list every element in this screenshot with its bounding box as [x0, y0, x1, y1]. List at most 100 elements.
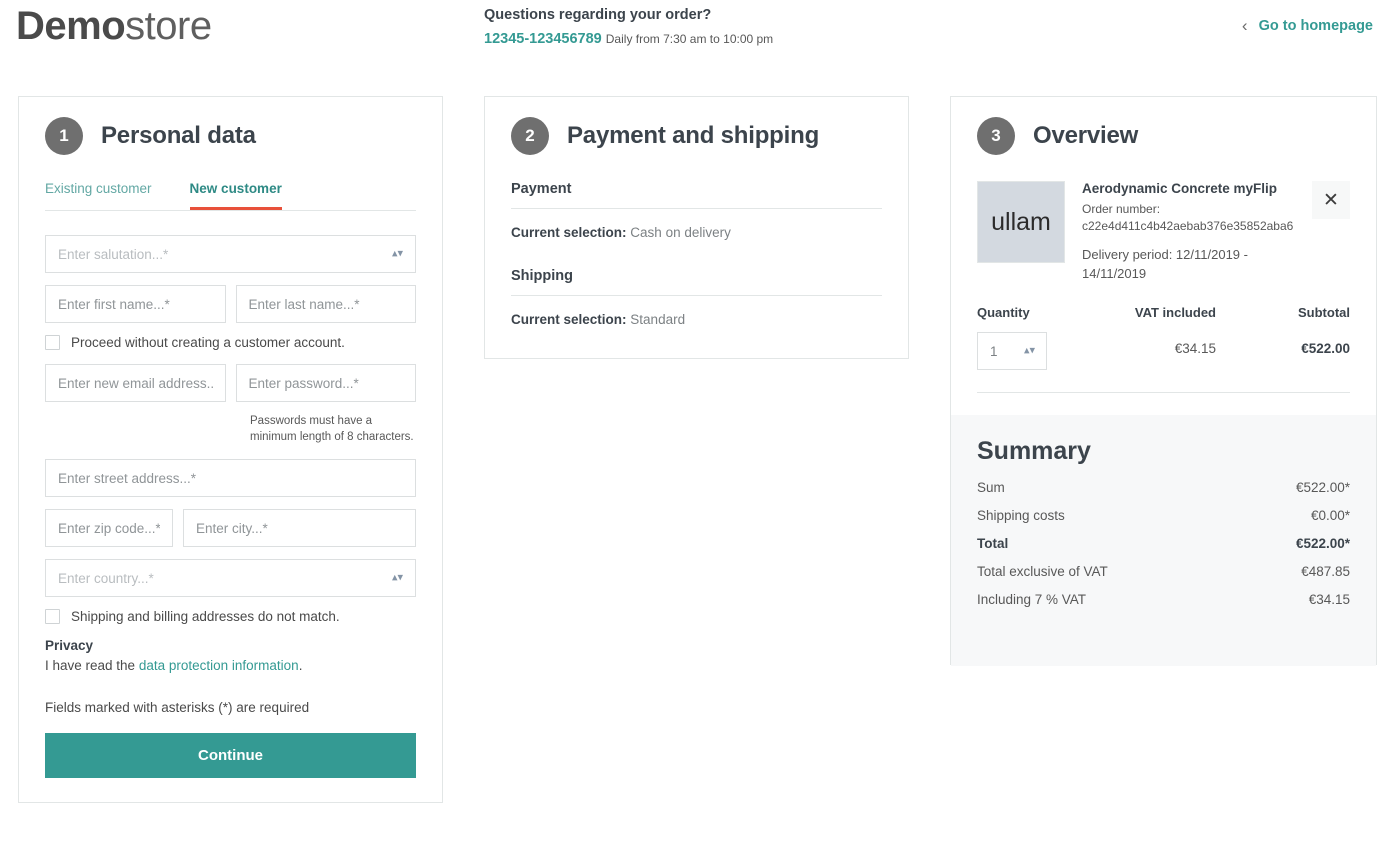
shipping-current-selection: Current selection: Standard [511, 312, 882, 327]
summary-row-total: Total €522.00* [977, 536, 1350, 551]
credentials-row [45, 364, 416, 402]
shipping-section-title: Shipping [511, 268, 574, 284]
quantity-value: 1 [990, 343, 998, 359]
shipping-selection-value: Standard [630, 312, 686, 327]
quantity-column-header: Quantity [977, 305, 1030, 321]
name-row [45, 285, 416, 323]
salutation-select-wrap[interactable]: Enter salutation...* ▴▾ [45, 235, 416, 273]
payment-selection-value: Cash on delivery [630, 225, 731, 240]
no-account-row: Proceed without creating a customer acco… [45, 335, 416, 350]
salutation-row: Enter salutation...* ▴▾ [45, 235, 416, 273]
contact-question: Questions regarding your order? [484, 7, 712, 23]
hint-spacer [45, 414, 250, 445]
subtotal-value: €522.00 [1301, 341, 1350, 357]
site-logo[interactable]: Demostore [16, 4, 212, 49]
customer-type-tabs: Existing customer New customer [45, 181, 416, 211]
privacy-title: Privacy [45, 638, 94, 654]
close-icon: ✕ [1323, 189, 1339, 211]
email-input[interactable] [45, 364, 226, 402]
summary-row: Including 7 % VAT €34.15 [977, 592, 1350, 607]
address-mismatch-row: Shipping and billing addresses do not ma… [45, 609, 416, 625]
logo-secondary-text: store [125, 4, 212, 48]
quantity-price-table: Quantity VAT included Subtotal 1 ▴▾ €34.… [977, 305, 1350, 394]
privacy-statement: I have read the data protection informat… [45, 658, 416, 673]
product-name[interactable]: Aerodynamic Concrete myFlip [1082, 181, 1295, 196]
overview-panel: 3 Overview ullam Aerodynamic Concrete my… [950, 96, 1377, 667]
payment-shipping-title: Payment and shipping [567, 122, 820, 149]
chevron-left-icon: ‹ [1241, 16, 1248, 35]
summary-row: Sum €522.00* [977, 480, 1350, 495]
country-select-wrap[interactable]: Enter country...* ▴▾ [45, 559, 416, 598]
summary-value: €522.00* [1295, 536, 1350, 552]
cart-line-item: ullam Aerodynamic Concrete myFlip Order … [977, 181, 1350, 283]
product-thumbnail[interactable]: ullam [977, 181, 1065, 263]
delivery-period: Delivery period: 12/11/2019 - 14/11/2019 [1082, 246, 1248, 281]
summary-title: Summary [977, 437, 1091, 466]
salutation-select[interactable]: Enter salutation...* [45, 235, 416, 273]
remove-item-button[interactable]: ✕ [1312, 181, 1350, 219]
password-input[interactable] [235, 364, 416, 402]
summary-label: Including 7 % VAT [977, 592, 1087, 608]
logo-primary-text: Demo [16, 4, 126, 48]
order-number-value: c22e4d411c4b42aebab376e35852aba6 [1082, 219, 1294, 234]
go-to-homepage-link[interactable]: ‹ Go to homepage [1242, 17, 1373, 34]
payment-current-selection: Current selection: Cash on delivery [511, 225, 882, 240]
contact-phone-number[interactable]: 12345-123456789 [484, 31, 602, 47]
continue-button[interactable]: Continue [45, 733, 416, 779]
quantity-price-header-row: Quantity VAT included Subtotal [977, 305, 1350, 320]
first-name-input[interactable] [45, 285, 226, 323]
summary-label: Total [977, 536, 1009, 552]
street-address-input[interactable] [45, 459, 416, 498]
last-name-input[interactable] [235, 285, 416, 323]
summary-value: €34.15 [1308, 592, 1350, 608]
payment-divider [511, 208, 882, 209]
step-number-1: 1 [45, 117, 83, 155]
step-number-2: 2 [511, 117, 549, 155]
go-to-homepage-label: Go to homepage [1258, 17, 1373, 34]
address-mismatch-label: Shipping and billing addresses do not ma… [71, 609, 340, 625]
contact-hours: Daily from 7:30 am to 10:00 pm [605, 31, 774, 46]
shipping-selection-label: Current selection: [511, 312, 627, 327]
vat-included-value: €34.15 [1174, 341, 1216, 357]
quantity-stepper[interactable]: 1 ▴▾ [977, 332, 1047, 371]
privacy-prefix: I have read the [45, 658, 139, 674]
step-number-3: 3 [977, 117, 1015, 155]
zip-city-row [45, 509, 416, 548]
summary-value: €522.00* [1295, 480, 1350, 496]
summary-label: Shipping costs [977, 508, 1065, 524]
payment-section-title: Payment [511, 181, 572, 197]
address-mismatch-checkbox[interactable] [45, 609, 60, 625]
subtotal-column-header: Subtotal [1298, 305, 1350, 321]
privacy-suffix: . [298, 658, 303, 674]
payment-shipping-panel: 2 Payment and shipping Payment Current s… [484, 96, 909, 359]
quantity-table-divider [977, 392, 1350, 394]
country-select[interactable]: Enter country...* [45, 559, 416, 598]
required-fields-note: Fields marked with asterisks (*) are req… [45, 700, 310, 716]
summary-value: €487.85 [1301, 564, 1350, 580]
city-input[interactable] [183, 509, 416, 548]
tab-new-customer[interactable]: New customer [189, 181, 282, 210]
country-row: Enter country...* ▴▾ [45, 559, 416, 598]
quantity-price-value-row: 1 ▴▾ €34.15 €522.00 [977, 332, 1350, 371]
product-details: Aerodynamic Concrete myFlip Order number… [1082, 181, 1295, 283]
summary-label: Total exclusive of VAT [977, 564, 1108, 580]
no-account-checkbox[interactable] [45, 335, 60, 350]
order-number-label: Order number: [1082, 202, 1161, 216]
payment-selection-label: Current selection: [511, 225, 627, 240]
order-summary: Summary Sum €522.00* Shipping costs €0.0… [951, 415, 1376, 667]
zip-code-input[interactable] [45, 509, 173, 548]
page-header: Demostore Questions regarding your order… [0, 0, 1389, 96]
summary-row: Shipping costs €0.00* [977, 508, 1350, 523]
password-hint: Passwords must have a minimum length of … [250, 415, 414, 443]
street-row [45, 459, 416, 498]
overview-title: Overview [1033, 122, 1139, 149]
summary-row: Total exclusive of VAT €487.85 [977, 564, 1350, 579]
personal-data-title: Personal data [101, 122, 256, 149]
password-hint-row: Passwords must have a minimum length of … [45, 414, 416, 445]
vat-column-header: VAT included [1134, 305, 1216, 321]
contact-phone-line: 12345-123456789 Daily from 7:30 am to 10… [484, 30, 773, 50]
contact-info: Questions regarding your order? 12345-12… [484, 6, 773, 49]
tab-existing-customer[interactable]: Existing customer [45, 181, 152, 210]
data-protection-link[interactable]: data protection information [139, 658, 299, 673]
personal-data-header: 1 Personal data [45, 117, 416, 155]
